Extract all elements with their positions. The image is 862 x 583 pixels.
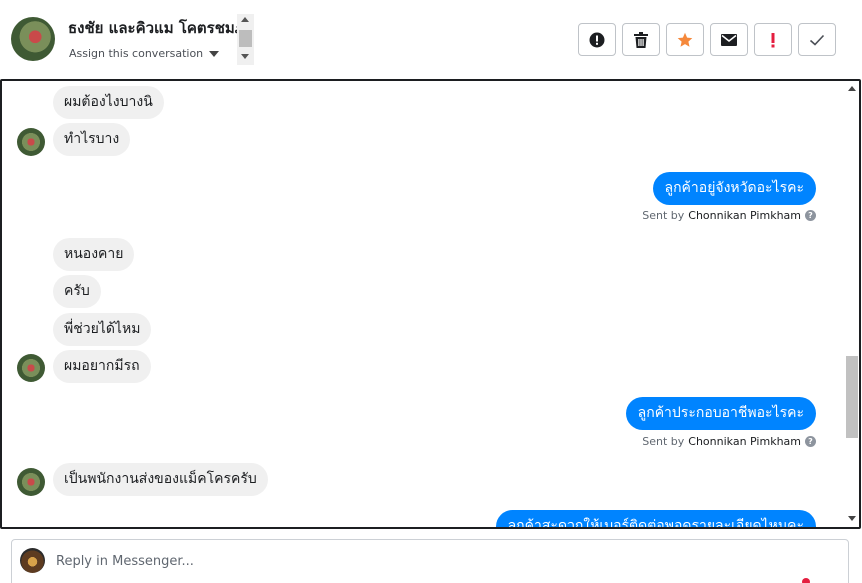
sender-avatar [17,354,45,382]
message-bubble-incoming: หนองคาย [53,238,135,271]
trash-icon [634,31,648,48]
star-button[interactable] [666,23,704,56]
scroll-thumb[interactable] [239,30,252,47]
sent-by-agent: Chonnikan Pimkham [688,209,801,222]
message-bubble-incoming: ทำไรบาง [53,123,131,156]
help-icon[interactable]: ? [805,436,816,447]
mark-important-button[interactable] [754,23,792,56]
assign-conversation-dropdown[interactable]: Assign this conversation [69,47,220,60]
exclamation-icon [770,32,776,48]
scroll-up-arrow-icon[interactable] [241,17,249,22]
conversation-thread[interactable]: ผมต้องไงบางนิ ทำไรบาง ลูกค้าอยู่จังหวัดอ… [0,79,861,529]
name-scrollbar[interactable] [237,14,254,65]
contact-name: ธงชัย และคิวแม โคตรชมภู [68,19,238,37]
sent-by-label: Sent by Chonnikan Pimkham ? [642,209,816,222]
message-bubble-outgoing: ลูกค้าประกอบอาชีพอะไรคะ [625,397,816,430]
alert-button[interactable] [578,23,616,56]
message-bubble-incoming: ผมอยากมีรถ [53,350,151,383]
message-bubble-outgoing: ลูกค้าสะดวกให้เบอร์ติดต่อพอดูรายละเอียดไ… [495,510,816,527]
sender-avatar [17,128,45,156]
conversation-header: ธงชัย และคิวแม โคตรชมภู Assign this conv… [0,0,862,80]
reply-input[interactable] [56,550,816,572]
checkmark-icon [809,34,825,46]
scroll-down-arrow-icon[interactable] [848,516,856,521]
sender-avatar [17,468,45,496]
action-toolbar [578,23,836,56]
delete-button[interactable] [622,23,660,56]
contact-avatar [11,17,55,61]
help-icon[interactable]: ? [805,210,816,221]
alert-circle-icon [589,32,605,48]
notification-dot [802,578,810,583]
agent-avatar [20,548,45,573]
reply-box [11,539,849,583]
sent-by-prefix: Sent by [642,209,685,222]
envelope-icon [721,33,737,46]
message-bubble-outgoing: ลูกค้าอยู่จังหวัดอะไรคะ [652,172,816,205]
sent-by-prefix: Sent by [642,435,685,448]
assign-label: Assign this conversation [69,47,204,60]
message-bubble-incoming: ครับ [53,275,101,308]
caret-down-icon [209,50,220,57]
message-bubble-incoming: ผมต้องไงบางนิ [53,86,164,119]
sent-by-agent: Chonnikan Pimkham [688,435,801,448]
mail-button[interactable] [710,23,748,56]
mark-done-button[interactable] [798,23,836,56]
conversation-scrollbar[interactable] [844,81,859,527]
star-icon [677,32,693,48]
message-bubble-incoming: เป็นพนักงานส่งของแม็คโครครับ [53,463,268,496]
message-bubble-incoming: พี่ช่วยได้ไหม [53,313,152,346]
scroll-down-arrow-icon[interactable] [241,54,249,59]
scroll-thumb[interactable] [846,356,858,438]
scroll-up-arrow-icon[interactable] [848,86,856,91]
sent-by-label: Sent by Chonnikan Pimkham ? [642,435,816,448]
